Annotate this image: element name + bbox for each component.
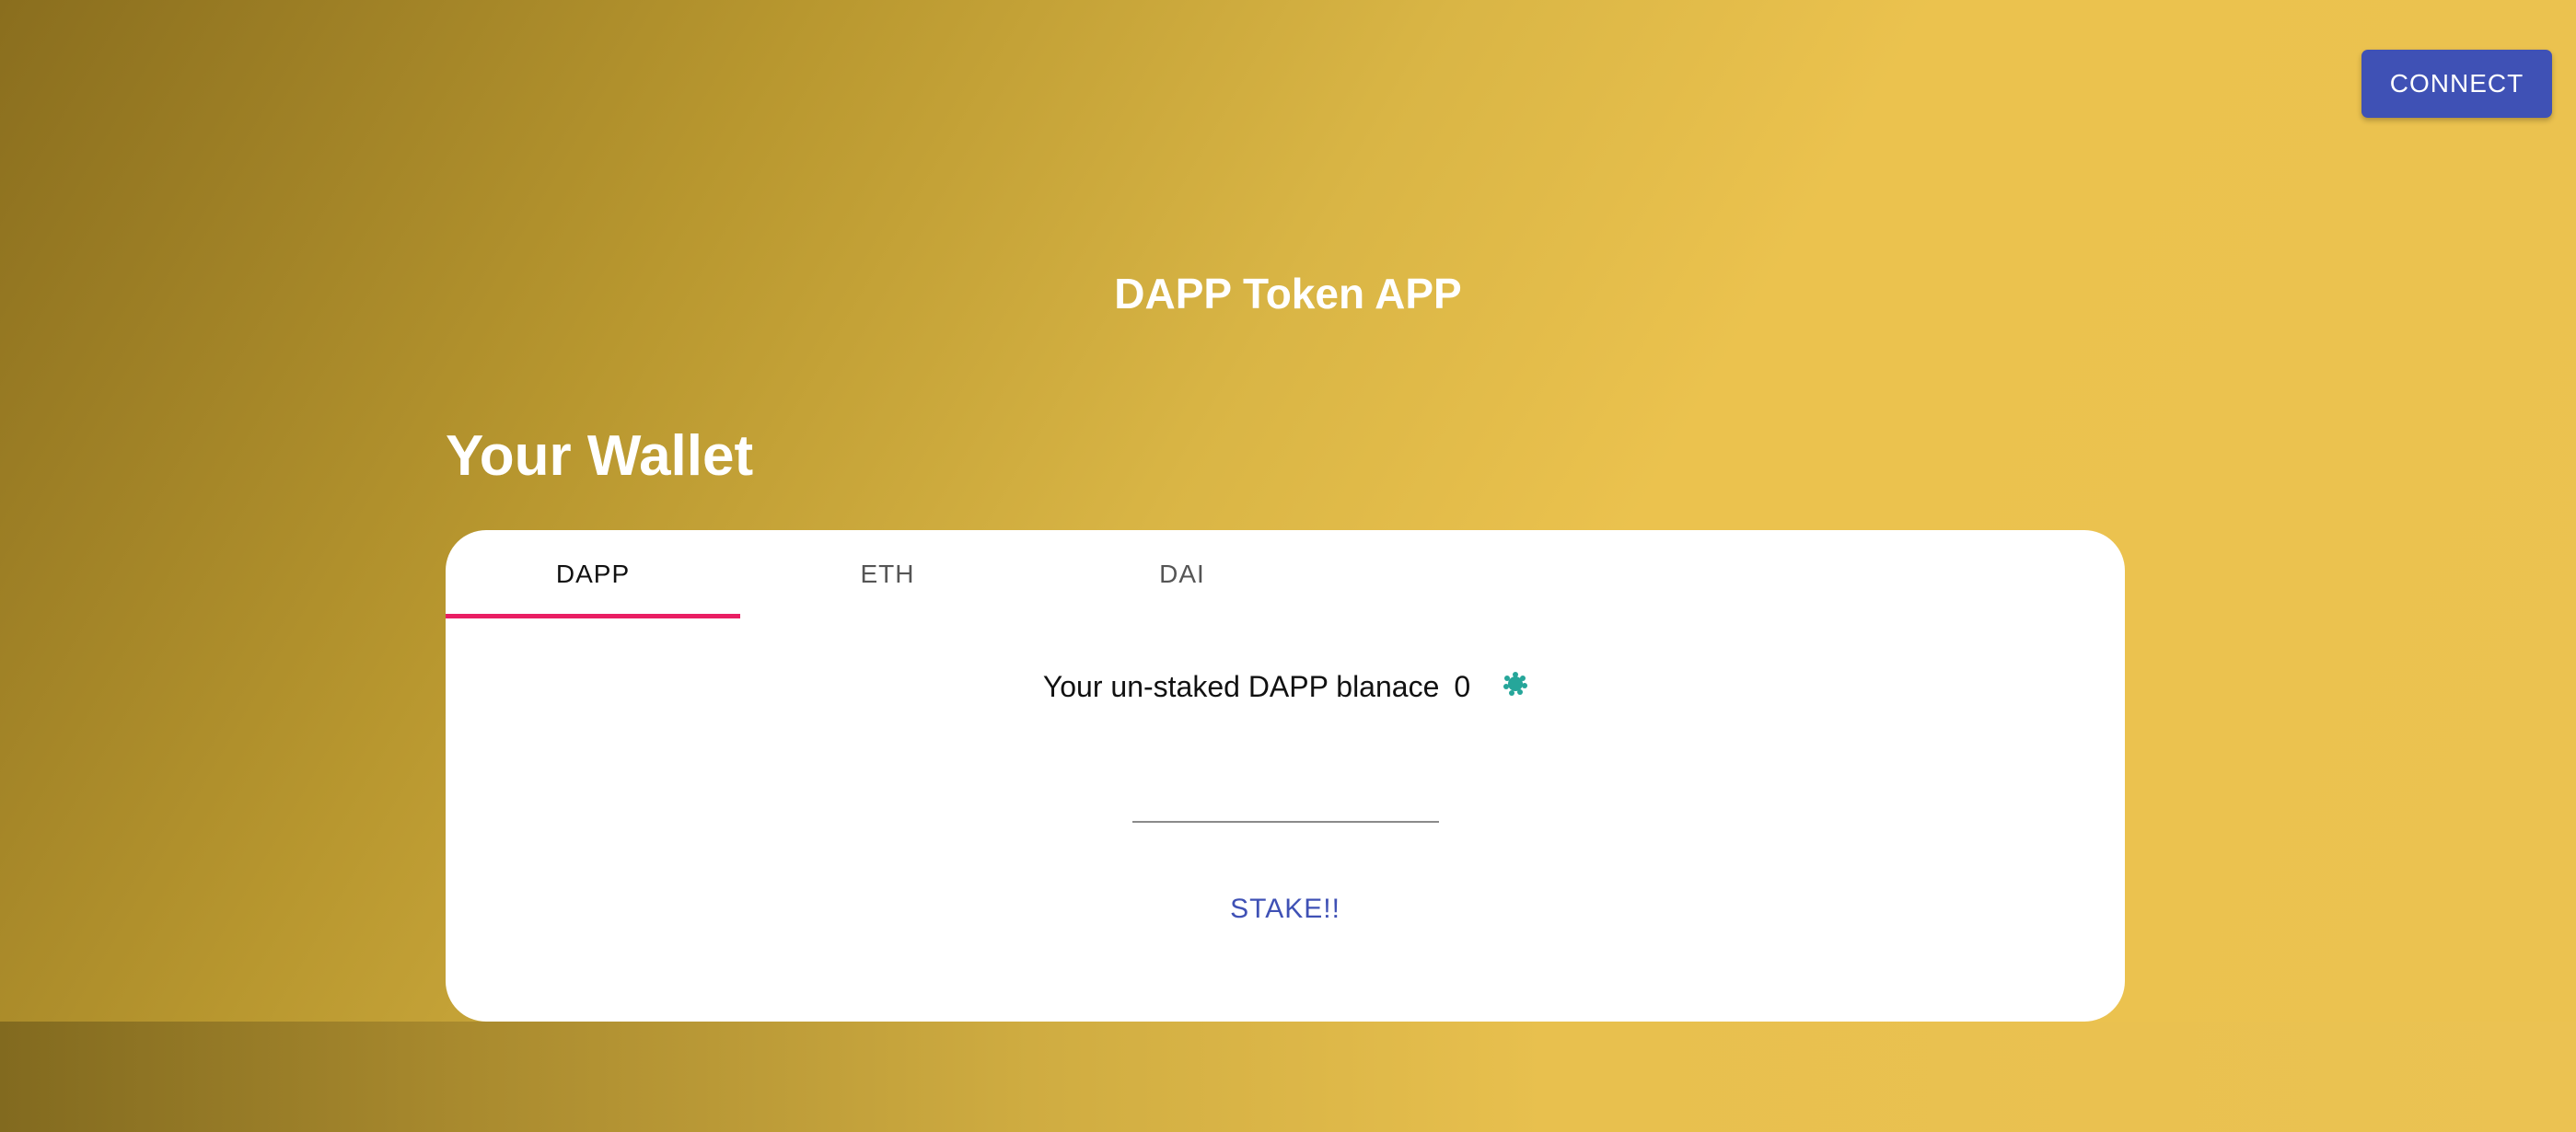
footer-band bbox=[0, 1022, 2576, 1132]
wallet-card: DAPP ETH DAI Your un-staked DAPP blanace… bbox=[446, 530, 2125, 1022]
balance-value: 0 bbox=[1454, 670, 1471, 703]
tab-dapp[interactable]: DAPP bbox=[446, 530, 740, 618]
balance-label: Your un-staked DAPP blanace bbox=[1042, 670, 1440, 703]
wallet-title: Your Wallet bbox=[446, 424, 754, 488]
tab-eth[interactable]: ETH bbox=[740, 530, 1035, 618]
tab-dai[interactable]: DAI bbox=[1035, 530, 1329, 618]
app-title: DAPP Token APP bbox=[1114, 270, 1462, 318]
stake-button[interactable]: STAKE!! bbox=[1147, 882, 1423, 937]
token-tabs: DAPP ETH DAI bbox=[446, 530, 1329, 618]
spinner-icon bbox=[1503, 671, 1528, 696]
balance-row: Your un-staked DAPP blanace 0 bbox=[446, 670, 2125, 704]
stake-amount-input[interactable] bbox=[1132, 768, 1439, 823]
connect-button[interactable]: CONNECT bbox=[2361, 50, 2552, 118]
